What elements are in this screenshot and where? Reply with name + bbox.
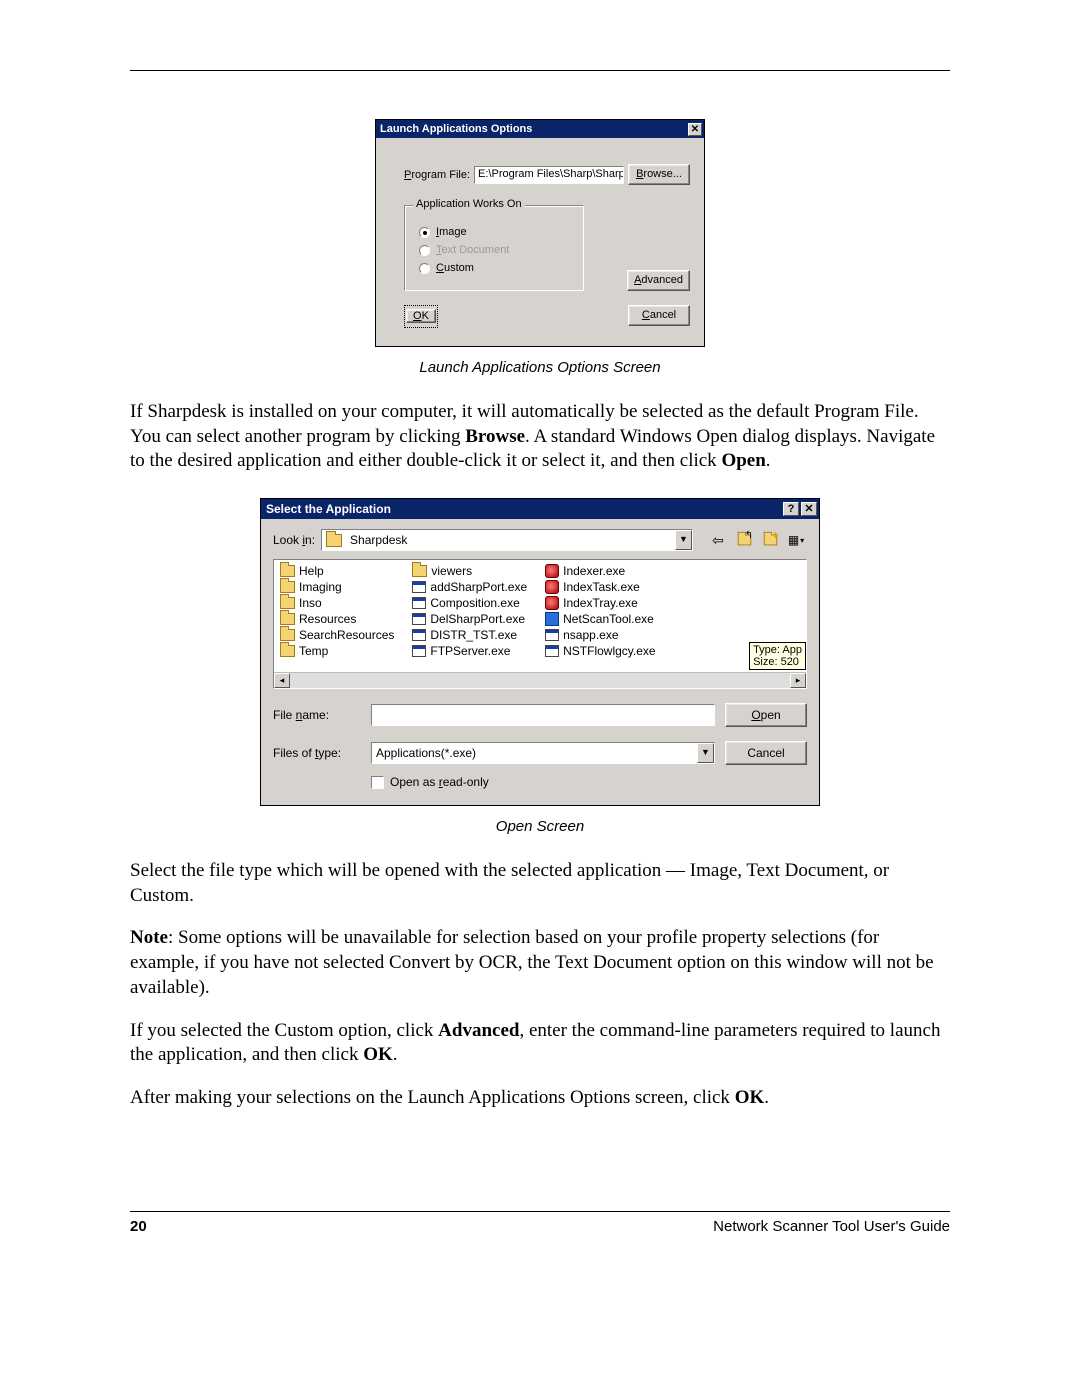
application-icon [545,564,559,578]
application-icon [412,597,426,609]
application-icon [545,580,559,594]
application-icon [412,629,426,641]
launch-app-options-dialog: Launch Applications Options ✕ Program Fi… [375,119,705,347]
advanced-button[interactable]: Advanced [627,270,690,291]
paragraph-3: Note: Some options will be unavailable f… [130,926,950,1000]
help-icon[interactable]: ? [783,502,799,516]
application-icon [545,645,559,657]
list-item[interactable]: IndexTask.exe [545,580,655,594]
application-icon [545,629,559,641]
radio-custom[interactable]: Custom [419,262,573,274]
paragraph-5: After making your selections on the Laun… [130,1086,950,1111]
dialog-title: Launch Applications Options [380,123,532,135]
application-icon [545,596,559,610]
application-icon [412,645,426,657]
chevron-down-icon[interactable]: ▼ [697,743,714,763]
paragraph-1: If Sharpdesk is installed on your comput… [130,400,950,474]
views-icon[interactable]: ▦▾ [785,530,807,550]
radio-icon [419,245,430,256]
folder-icon [280,645,295,657]
back-icon[interactable]: ⇦ [707,530,729,550]
folder-icon [280,597,295,609]
list-item[interactable]: Help [280,564,394,578]
lookin-label: Look in: [273,533,315,547]
file-list[interactable]: Help Imaging Inso Resources SearchResources T… [273,559,807,689]
list-item[interactable]: Composition.exe [412,596,527,610]
browse-button[interactable]: Browse... [628,164,690,185]
list-item[interactable]: NetScanTool.exe [545,612,655,626]
program-file-label: Program File: [404,169,470,181]
close-icon[interactable]: ✕ [688,123,702,136]
guide-title: Network Scanner Tool User's Guide [713,1218,950,1235]
caption-open: Open Screen [130,818,950,835]
list-item[interactable]: NSTFlowlgcy.exe [545,644,655,658]
checkbox-icon [371,776,384,789]
caption-launch: Launch Applications Options Screen [130,359,950,376]
filetype-label: Files of type: [273,746,361,760]
list-item[interactable]: DelSharpPort.exe [412,612,527,626]
list-item[interactable]: IndexTray.exe [545,596,655,610]
new-folder-icon[interactable]: ✦ [759,530,781,550]
radio-text-document: Text Document [419,244,573,256]
cancel-button[interactable]: Cancel [628,305,690,326]
list-item[interactable]: Inso [280,596,394,610]
list-item[interactable]: Resources [280,612,394,626]
scroll-left-icon[interactable]: ◂ [274,673,290,688]
horizontal-scrollbar[interactable]: ◂ ▸ [274,672,806,688]
chevron-down-icon[interactable]: ▼ [675,530,692,550]
filetype-combo[interactable]: Applications(*.exe) ▼ [371,742,715,764]
folder-icon [280,565,295,577]
groupbox-legend: Application Works On [413,198,525,210]
select-application-dialog: Select the Application ? ✕ Look in: Shar… [260,498,820,806]
application-icon [412,581,426,593]
list-item[interactable]: viewers [412,564,527,578]
page-footer: 20 Network Scanner Tool User's Guide [130,1218,950,1235]
cancel-button[interactable]: Cancel [725,741,807,765]
readonly-checkbox[interactable]: Open as read-only [371,775,807,789]
list-item[interactable]: SearchResources [280,628,394,642]
paragraph-2: Select the file type which will be opene… [130,859,950,908]
list-item[interactable]: Indexer.exe [545,564,655,578]
folder-icon [280,629,295,641]
lookin-combo[interactable]: Sharpdesk ▼ [321,529,693,551]
footer-rule [130,1211,950,1212]
page-number: 20 [130,1218,147,1235]
top-rule [130,70,950,71]
list-item[interactable]: FTPServer.exe [412,644,527,658]
list-item[interactable]: addSharpPort.exe [412,580,527,594]
list-item[interactable]: Imaging [280,580,394,594]
application-icon [545,612,559,626]
program-file-input[interactable]: E:\Program Files\Sharp\Sharpdes [474,166,624,184]
list-item[interactable]: nsapp.exe [545,628,655,642]
filename-input[interactable] [371,704,715,726]
list-item[interactable]: DISTR_TST.exe [412,628,527,642]
folder-open-icon [326,534,342,547]
titlebar: Launch Applications Options ✕ [376,120,704,138]
paragraph-4: If you selected the Custom option, click… [130,1019,950,1068]
folder-icon [280,581,295,593]
close-icon[interactable]: ✕ [801,502,817,516]
scroll-right-icon[interactable]: ▸ [790,673,806,688]
folder-icon [280,613,295,625]
lookin-value: Sharpdesk [350,533,407,547]
application-icon [412,613,426,625]
radio-icon [419,263,430,274]
dialog-title: Select the Application [266,502,391,516]
radio-icon [419,227,430,238]
radio-image[interactable]: Image [419,226,573,238]
file-tooltip: Type: App Size: 520 [749,642,806,670]
application-works-on-group: Application Works On Image Text Document… [404,205,584,291]
ok-button[interactable]: OK [406,309,436,323]
filename-label: File name: [273,708,361,722]
list-item[interactable]: Temp [280,644,394,658]
up-one-level-icon[interactable]: ↰ [733,530,755,550]
folder-icon [412,565,427,577]
open-button[interactable]: Open [725,703,807,727]
